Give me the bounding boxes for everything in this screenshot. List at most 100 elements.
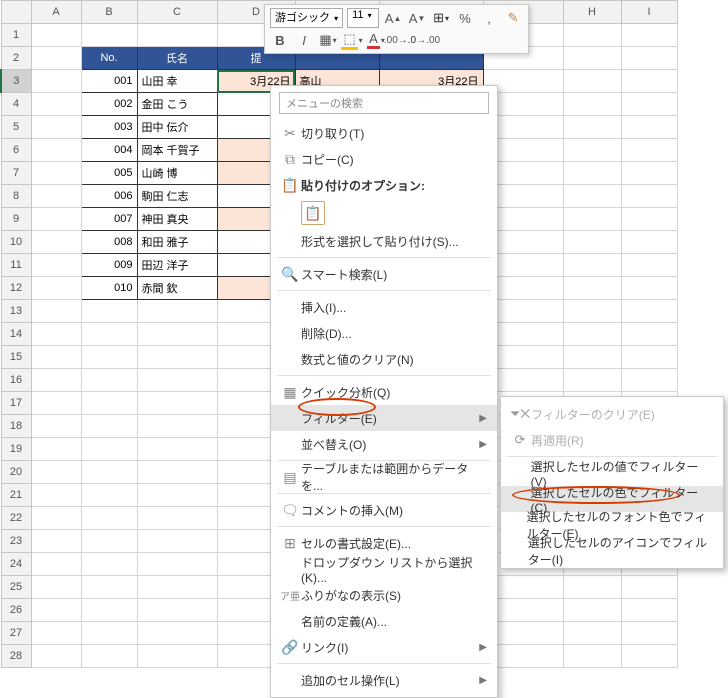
row-header[interactable]: 7 (1, 162, 31, 185)
cell-name[interactable]: 駒田 仁志 (137, 185, 217, 208)
font-size-select[interactable]: 11 ▾ (347, 8, 379, 28)
menu-clear-contents[interactable]: 数式と値のクリア(N) (271, 346, 497, 372)
mini-toolbar: 游ゴシック ▾ 11 ▾ A▲ A▼ ⊞▾ % , ✎ B I ▦▾ ⬚▾ A▾… (264, 4, 529, 54)
col-header-B[interactable]: B (81, 1, 137, 24)
cell-name[interactable]: 山崎 博 (137, 162, 217, 185)
menu-define-name[interactable]: 名前の定義(A)... (271, 608, 497, 634)
cell-name[interactable]: 岡本 千賀子 (137, 139, 217, 162)
row-header[interactable]: 14 (1, 323, 31, 346)
paste-icon: 📋 (279, 177, 301, 194)
decrease-font-icon[interactable]: A▼ (407, 8, 427, 28)
menu-search-input[interactable]: メニューの検索 (279, 92, 489, 114)
cell-no[interactable]: 002 (81, 93, 137, 116)
cell-no[interactable]: 005 (81, 162, 137, 185)
increase-font-icon[interactable]: A▲ (383, 8, 403, 28)
cell-no[interactable]: 004 (81, 139, 137, 162)
row-header[interactable]: 20 (1, 461, 31, 484)
row-header[interactable]: 16 (1, 369, 31, 392)
row-header[interactable]: 4 (1, 93, 31, 116)
cell-no[interactable]: 010 (81, 277, 137, 300)
table-header-no: No. (81, 47, 137, 70)
paste-default-icon[interactable]: 📋 (301, 201, 325, 225)
format-painter-icon[interactable]: ✎ (503, 8, 523, 28)
cell-name[interactable]: 神田 真央 (137, 208, 217, 231)
menu-additional-cell-actions[interactable]: 追加のセル操作(L) ▶ (271, 667, 497, 693)
cell-no[interactable]: 009 (81, 254, 137, 277)
row-header[interactable]: 3 (1, 70, 31, 93)
cell-name[interactable]: 田辺 洋子 (137, 254, 217, 277)
row-header[interactable]: 13 (1, 300, 31, 323)
cell-name[interactable]: 和田 雅子 (137, 231, 217, 254)
row-header[interactable]: 22 (1, 507, 31, 530)
menu-insert-comment[interactable]: 🗨 コメントの挿入(M) (271, 497, 497, 523)
row-header[interactable]: 28 (1, 645, 31, 668)
format-cells-icon: ⊞ (279, 535, 301, 552)
row-header[interactable]: 19 (1, 438, 31, 461)
menu-link[interactable]: 🔗 リンク(I) ▶ (271, 634, 497, 660)
row-header[interactable]: 26 (1, 599, 31, 622)
menu-delete[interactable]: 削除(D)... (271, 320, 497, 346)
col-header-I[interactable]: I (621, 1, 677, 24)
table-icon: ▤ (279, 469, 301, 486)
filter-submenu: ⏷✕ フィルターのクリア(E) ⟳ 再適用(R) 選択したセルの値でフィルター(… (500, 396, 724, 569)
row-header[interactable]: 10 (1, 231, 31, 254)
menu-filter[interactable]: フィルター(E) ▶ (271, 405, 497, 431)
row-header[interactable]: 1 (1, 24, 31, 47)
menu-pick-from-dropdown[interactable]: ドロップダウン リストから選択(K)... (271, 556, 497, 582)
cell-no[interactable]: 008 (81, 231, 137, 254)
row-header[interactable]: 17 (1, 392, 31, 415)
cell-name[interactable]: 田中 伝介 (137, 116, 217, 139)
menu-sort[interactable]: 並べ替え(O) ▶ (271, 431, 497, 457)
row-header[interactable]: 21 (1, 484, 31, 507)
font-name-select[interactable]: 游ゴシック ▾ (270, 8, 343, 28)
percent-icon[interactable]: % (455, 8, 475, 28)
cell-name[interactable]: 山田 幸 (137, 70, 217, 93)
row-header[interactable]: 2 (1, 47, 31, 70)
row-header[interactable]: 18 (1, 415, 31, 438)
copy-icon: ⧉ (279, 151, 301, 168)
submenu-clear-filter: ⏷✕ フィルターのクリア(E) (501, 401, 723, 427)
menu-smart-lookup[interactable]: 🔍 スマート検索(L) (271, 261, 497, 287)
cell-name[interactable]: 赤間 欽 (137, 277, 217, 300)
cell-no[interactable]: 007 (81, 208, 137, 231)
cell-no[interactable]: 006 (81, 185, 137, 208)
select-all-corner[interactable] (1, 1, 31, 24)
row-header[interactable]: 15 (1, 346, 31, 369)
col-header-H[interactable]: H (563, 1, 621, 24)
menu-cut[interactable]: ✂ 切り取り(T) (271, 120, 497, 146)
decrease-decimal-icon[interactable]: .0→.00 (414, 30, 434, 50)
cell-name[interactable]: 金田 こう (137, 93, 217, 116)
clear-filter-icon: ⏷✕ (509, 406, 531, 422)
row-header[interactable]: 12 (1, 277, 31, 300)
row-header[interactable]: 27 (1, 622, 31, 645)
col-header-A[interactable]: A (31, 1, 81, 24)
row-header[interactable]: 6 (1, 139, 31, 162)
row-header[interactable]: 5 (1, 116, 31, 139)
row-header[interactable]: 23 (1, 530, 31, 553)
menu-paste-special[interactable]: 形式を選択して貼り付け(S)... (271, 228, 497, 254)
accounting-format-icon[interactable]: ⊞▾ (431, 8, 451, 28)
border-icon[interactable]: ▦▾ (318, 30, 338, 50)
bold-icon[interactable]: B (270, 30, 290, 50)
menu-quick-analysis[interactable]: ▦ クイック分析(Q) (271, 379, 497, 405)
col-header-C[interactable]: C (137, 1, 217, 24)
row-header[interactable]: 25 (1, 576, 31, 599)
chevron-right-icon: ▶ (479, 413, 487, 424)
row-header[interactable]: 11 (1, 254, 31, 277)
menu-get-data-from-table[interactable]: ▤ テーブルまたは範囲からデータを... (271, 464, 497, 490)
submenu-filter-by-value[interactable]: 選択したセルの値でフィルター(V) (501, 460, 723, 486)
comma-icon[interactable]: , (479, 8, 499, 28)
menu-copy[interactable]: ⧉ コピー(C) (271, 146, 497, 172)
menu-show-phonetic[interactable]: ア亜 ふりがなの表示(S) (271, 582, 497, 608)
row-header[interactable]: 24 (1, 553, 31, 576)
menu-insert[interactable]: 挿入(I)... (271, 294, 497, 320)
row-header[interactable]: 9 (1, 208, 31, 231)
cell-no[interactable]: 001 (81, 70, 137, 93)
cell-no[interactable]: 003 (81, 116, 137, 139)
italic-icon[interactable]: I (294, 30, 314, 50)
smart-lookup-icon: 🔍 (279, 266, 301, 283)
row-header[interactable]: 8 (1, 185, 31, 208)
menu-format-cells[interactable]: ⊞ セルの書式設定(E)... (271, 530, 497, 556)
fill-color-icon[interactable]: ⬚▾ (342, 30, 362, 50)
submenu-filter-by-icon[interactable]: 選択したセルのアイコンでフィルター(I) (501, 538, 723, 564)
